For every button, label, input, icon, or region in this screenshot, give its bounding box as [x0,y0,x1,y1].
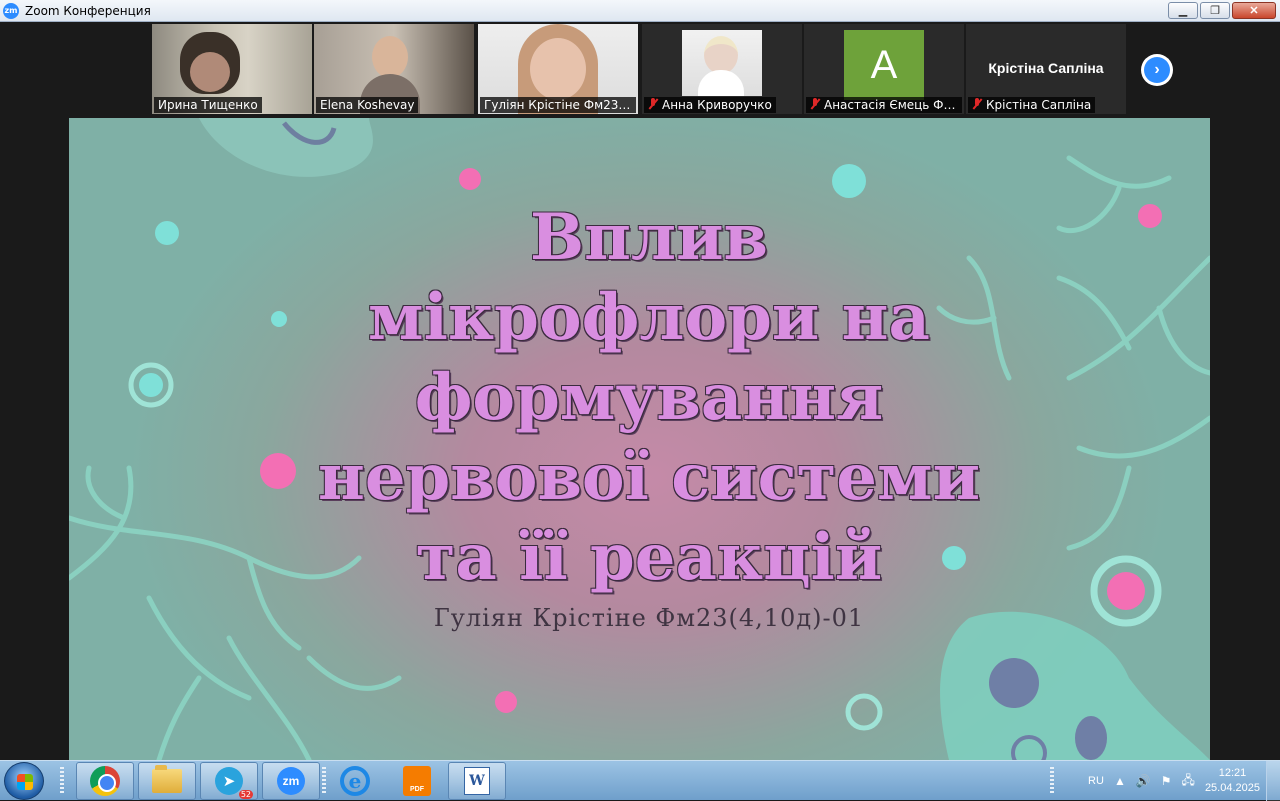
participant-tile[interactable]: Ирина Тищенко [152,24,312,114]
restore-button[interactable]: ❐ [1200,2,1230,19]
slide-title-line: Вплив [530,200,768,275]
taskbar-grip [1050,767,1054,795]
slide-title-line: формування [414,360,884,435]
participant-name: Elena Koshevay [316,97,419,113]
window-title: Zoom Конференция [25,3,151,18]
participant-display-name: Крiстiна Сапліна [988,60,1104,76]
clock-date: 25.04.2025 [1204,782,1260,794]
start-button[interactable] [4,762,44,800]
window-controls: ▁ ❐ ✕ [1168,2,1276,19]
folder-icon [152,765,182,793]
system-clock[interactable]: 12:21 25.04.2025 [1205,766,1260,796]
taskbar-ie[interactable]: e [326,762,384,800]
show-desktop-button[interactable] [1266,761,1280,801]
slide-title-line: мікрофлори на [368,280,930,355]
taskbar-chrome[interactable] [76,762,134,800]
window-titlebar: zm Zoom Конференция ▁ ❐ ✕ [0,0,1280,22]
muted-mic-icon [810,98,820,110]
participant-tile[interactable]: Крiстiна Сапліна Крiстiна Сапліна [966,24,1126,114]
participant-name: Гулiян Крiстiне Фм23-01 [480,97,636,113]
network-icon[interactable]: 🖧 [1182,771,1195,792]
participant-avatar: A [844,30,924,100]
participant-name: Анна Криворучко [644,97,776,113]
slide-title-line: нервової системи [317,440,981,515]
taskbar-pdf[interactable]: PDF [388,762,446,800]
clock-time: 12:21 [1218,767,1247,779]
close-button[interactable]: ✕ [1232,2,1276,19]
taskbar-grip [60,767,64,795]
chevron-right-icon: › [1144,57,1170,83]
zoom-app-icon: zm [3,2,19,19]
telegram-icon: ➤ 52 [215,767,253,799]
participant-tile[interactable]: A Анастасія Ємець Фм... [804,24,964,114]
pdf-icon: PDF [403,766,431,796]
minimize-button[interactable]: ▁ [1168,2,1198,19]
notification-badge: 52 [238,790,253,799]
taskbar-word[interactable]: W [448,762,506,800]
muted-mic-icon [648,98,658,110]
taskbar-telegram[interactable]: ➤ 52 [200,762,258,800]
participant-name: Крiстiна Сапліна [968,97,1096,113]
system-tray: RU ▲ 🔊 ⚑ 🖧 12:21 25.04.2025 [1088,761,1260,801]
participant-gallery: Ирина Тищенко Elena Koshevay Гулiян Крiс… [0,22,1280,118]
zoom-icon: zm [277,767,305,795]
volume-icon[interactable]: 🔊 [1136,774,1151,788]
shared-screen-slide: Вплив мікрофлори на формування нервової … [69,118,1210,760]
internet-explorer-icon: e [340,766,370,796]
slide-title: Вплив мікрофлори на формування нервової … [219,198,1079,598]
slide-title-line: та її реакцій [415,520,883,595]
muted-mic-icon [972,98,982,110]
participant-name: Ирина Тищенко [154,97,262,113]
taskbar-explorer[interactable] [138,762,196,800]
next-page-button[interactable]: › [1141,54,1173,86]
word-icon: W [464,767,490,795]
chrome-icon [90,766,120,796]
action-center-flag-icon[interactable]: ⚑ [1161,774,1172,788]
slide-subtitle: Гулiян Крiстiне Фм23(4,10д)-01 [433,604,865,632]
show-hidden-icons-icon[interactable]: ▲ [1114,774,1126,788]
language-indicator[interactable]: RU [1088,775,1104,787]
participant-tile[interactable]: Elena Koshevay [314,24,474,114]
participant-tile[interactable]: Гулiян Крiстiне Фм23-01 [478,24,638,114]
windows-taskbar: ➤ 52 zm e PDF W RU ▲ 🔊 ⚑ 🖧 12:21 25.04.20… [0,760,1280,801]
participant-name: Анастасія Ємець Фм... [806,97,962,113]
taskbar-zoom[interactable]: zm [262,762,320,800]
participant-tile[interactable]: Анна Криворучко [642,24,802,114]
